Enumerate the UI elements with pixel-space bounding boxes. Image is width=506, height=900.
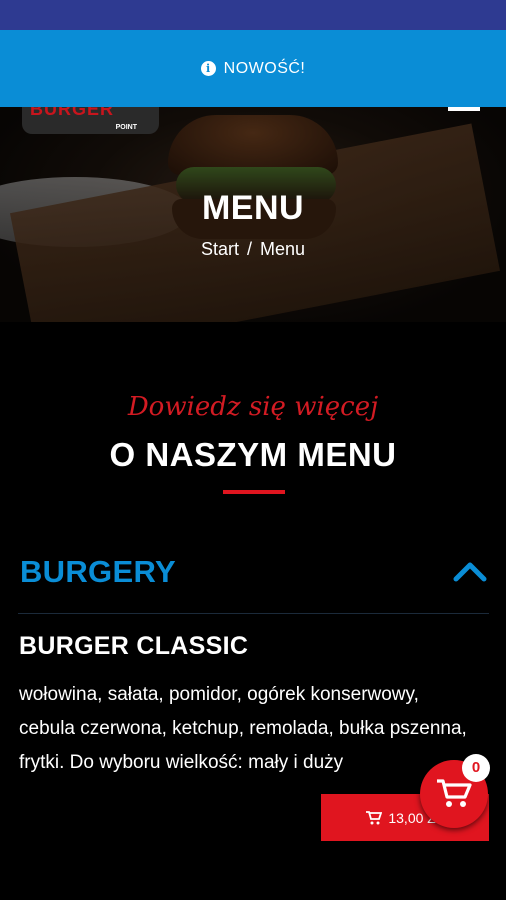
- breadcrumb-start[interactable]: Start: [201, 239, 239, 260]
- notice-bar[interactable]: i NOWOŚĆ!: [0, 30, 506, 107]
- category-header-burgery[interactable]: BURGERY: [18, 548, 489, 614]
- breadcrumb-separator: /: [246, 239, 252, 259]
- shopping-cart-icon: [437, 779, 472, 807]
- menu-item-description: wołowina, sałata, pomidor, ogórek konser…: [19, 684, 467, 773]
- intro-script-text: Dowiedz się więcej: [127, 392, 379, 422]
- intro-divider: [223, 490, 285, 494]
- chevron-up-icon[interactable]: [453, 560, 487, 582]
- category-title: BURGERY: [20, 554, 176, 589]
- logo-sub: POINT: [115, 124, 137, 131]
- logo[interactable]: BURGER POINT: [22, 107, 159, 134]
- hero-banner: BURGER POINT MENU Start / Menu: [0, 107, 506, 322]
- menu-item-name: BURGER CLASSIC: [19, 632, 249, 660]
- info-icon: i: [200, 61, 216, 76]
- cart-count-badge: 0: [462, 754, 490, 782]
- page-title: MENU: [201, 189, 305, 227]
- intro-title: O NASZYM MENU: [109, 436, 397, 473]
- hamburger-menu-icon[interactable]: [448, 107, 480, 111]
- notice-text: NOWOŚĆ!: [223, 59, 306, 77]
- cart-icon: [366, 810, 383, 824]
- breadcrumb: Start / Menu: [0, 239, 506, 260]
- logo-word: BURGER: [30, 107, 115, 119]
- breadcrumb-current: Menu: [260, 239, 306, 259]
- status-bar: [0, 0, 506, 30]
